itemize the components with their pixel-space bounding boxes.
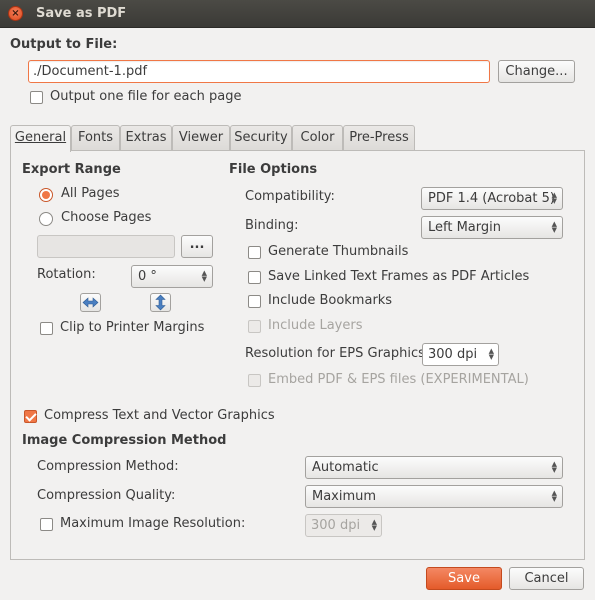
all-pages-label: All Pages [61, 186, 120, 201]
tab-security-label: Security [234, 130, 288, 145]
save-button[interactable]: Save [426, 567, 502, 590]
compression-method-label: Compression Method: [37, 459, 179, 474]
title-bar: × Save as PDF [0, 0, 595, 28]
tab-security[interactable]: Security [230, 125, 292, 151]
export-range-heading: Export Range [22, 162, 121, 177]
window-title: Save as PDF [36, 6, 127, 21]
tab-color-label: Color [300, 130, 335, 145]
max-image-resolution-value: 300 dpi [311, 518, 361, 533]
binding-value: Left Margin [428, 220, 501, 235]
tab-color[interactable]: Color [292, 125, 343, 151]
chevron-updown-icon: ▲ ▼ [551, 191, 557, 205]
change-button[interactable]: Change... [498, 60, 575, 83]
chevron-updown-icon: ▲ ▼ [551, 460, 557, 474]
tab-fonts-label: Fonts [77, 130, 114, 145]
output-heading: Output to File: [10, 37, 118, 52]
clip-margins-checkbox[interactable] [40, 322, 53, 335]
compatibility-value: PDF 1.4 (Acrobat 5) [428, 191, 555, 206]
eps-resolution-value: 300 dpi [428, 347, 478, 362]
max-image-resolution-spinner: 300 dpi ▲ ▼ [305, 514, 382, 537]
tab-pre-press-label: Pre-Press [349, 130, 409, 145]
include-bookmarks-label: Include Bookmarks [268, 293, 393, 308]
compatibility-select[interactable]: PDF 1.4 (Acrobat 5) ▲ ▼ [421, 187, 563, 210]
browse-pages-button[interactable]: ... [181, 235, 213, 258]
choose-pages-label: Choose Pages [61, 210, 152, 225]
eps-resolution-spinner[interactable]: 300 dpi ▲ ▼ [422, 343, 499, 366]
compress-text-label: Compress Text and Vector Graphics [44, 408, 275, 423]
binding-label: Binding: [245, 218, 299, 233]
rotation-label: Rotation: [37, 267, 96, 282]
embed-pdf-eps-checkbox [248, 374, 261, 387]
rotation-select[interactable]: 0 ° ▲ ▼ [131, 265, 213, 288]
close-icon[interactable]: × [8, 6, 23, 21]
compression-quality-select[interactable]: Maximum ▲ ▼ [305, 485, 563, 508]
generate-thumbnails-checkbox[interactable] [248, 246, 261, 259]
chevron-updown-icon: ▲ ▼ [551, 220, 557, 234]
tab-extras[interactable]: Extras [120, 125, 172, 151]
chevron-updown-icon: ▲ ▼ [551, 489, 557, 503]
max-image-resolution-label: Maximum Image Resolution: [60, 516, 246, 531]
tab-viewer-label: Viewer [178, 130, 224, 145]
compression-quality-label: Compression Quality: [37, 488, 176, 503]
tab-fonts[interactable]: Fonts [71, 125, 120, 151]
max-image-resolution-checkbox[interactable] [40, 518, 53, 531]
output-file-input[interactable]: ./Document-1.pdf [28, 60, 490, 83]
include-bookmarks-checkbox[interactable] [248, 295, 261, 308]
chevron-updown-icon: ▲ ▼ [488, 347, 494, 361]
chevron-updown-icon: ▲ ▼ [201, 269, 207, 283]
compression-method-value: Automatic [312, 460, 379, 475]
compression-method-select[interactable]: Automatic ▲ ▼ [305, 456, 563, 479]
one-file-per-page-checkbox[interactable] [30, 91, 43, 104]
image-compression-heading: Image Compression Method [22, 433, 227, 448]
tab-pre-press[interactable]: Pre-Press [343, 125, 415, 151]
tab-general[interactable]: General [10, 125, 71, 152]
clip-margins-label: Clip to Printer Margins [60, 320, 205, 335]
choose-pages-radio[interactable] [39, 212, 53, 226]
tab-viewer[interactable]: Viewer [172, 125, 230, 151]
include-layers-checkbox [248, 320, 261, 333]
save-linked-frames-label: Save Linked Text Frames as PDF Articles [268, 269, 530, 284]
include-layers-label: Include Layers [268, 318, 363, 333]
flip-horizontal-icon[interactable] [80, 293, 101, 312]
tab-extras-label: Extras [125, 130, 167, 145]
file-options-heading: File Options [229, 162, 318, 177]
tab-general-label: General [14, 130, 67, 145]
generate-thumbnails-label: Generate Thumbnails [268, 244, 409, 259]
pages-input[interactable] [37, 235, 175, 258]
cancel-button[interactable]: Cancel [509, 567, 584, 590]
flip-vertical-icon[interactable] [150, 293, 171, 312]
eps-resolution-label: Resolution for EPS Graphics: [245, 346, 430, 361]
all-pages-radio[interactable] [39, 188, 53, 202]
embed-pdf-eps-label: Embed PDF & EPS files (EXPERIMENTAL) [268, 372, 529, 387]
rotation-value: 0 ° [138, 269, 157, 284]
compress-text-checkbox[interactable] [24, 410, 37, 423]
one-file-per-page-label: Output one file for each page [50, 89, 242, 104]
save-linked-frames-checkbox[interactable] [248, 271, 261, 284]
compression-quality-value: Maximum [312, 489, 377, 504]
binding-select[interactable]: Left Margin ▲ ▼ [421, 216, 563, 239]
chevron-updown-icon: ▲ ▼ [371, 518, 377, 532]
compatibility-label: Compatibility: [245, 189, 335, 204]
